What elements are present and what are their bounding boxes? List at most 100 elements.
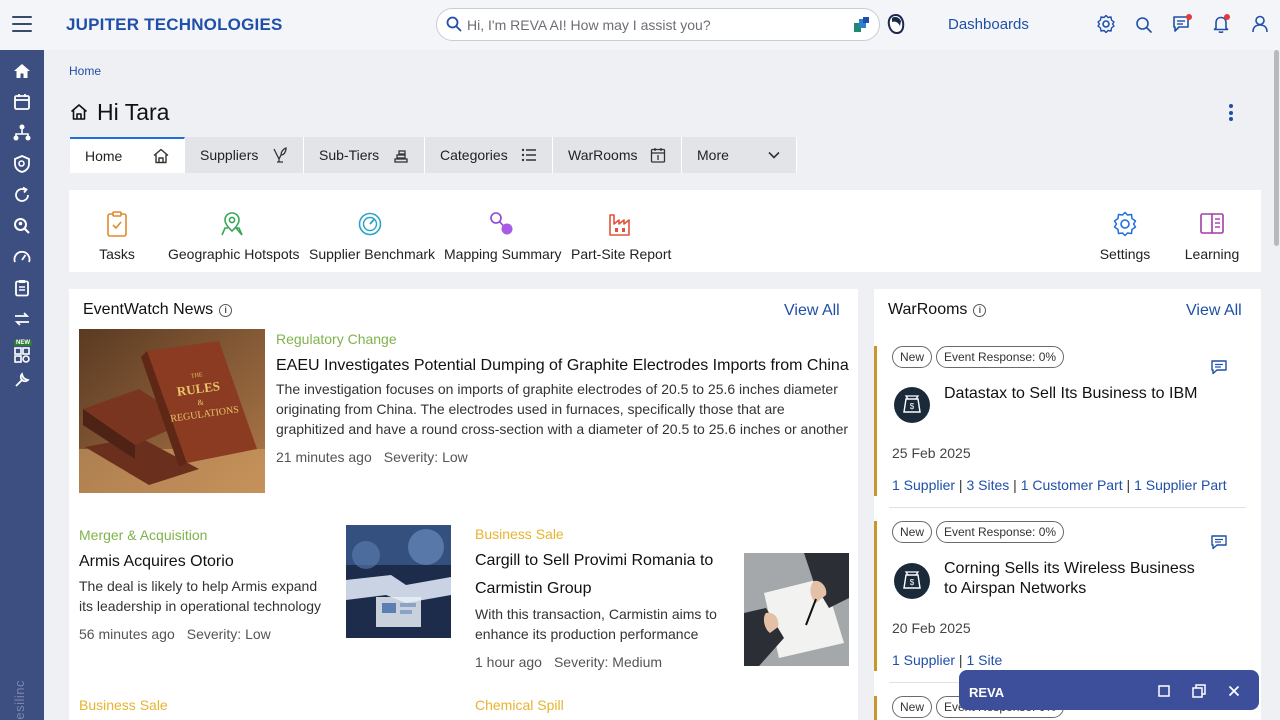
news-category: Chemical Spill [475,697,564,713]
network-icon[interactable] [12,123,32,143]
news-headline[interactable]: EAEU Investigates Potential Dumping of G… [276,352,851,380]
shield-search-icon[interactable] [12,154,32,174]
warroom-link[interactable]: 1 Supplier [892,652,955,668]
warroom-link[interactable]: 1 Supplier Part [1134,477,1227,493]
reva-avatar-icon[interactable] [886,13,906,35]
news-summary: The investigation focuses on imports of … [276,381,849,437]
quick-action-label: Mapping Summary [444,246,562,262]
new-badge: New [892,346,933,368]
home-icon[interactable] [12,61,32,81]
close-icon[interactable] [1228,685,1240,697]
hamburger-menu-icon[interactable] [12,16,32,32]
tab-warrooms[interactable]: WarRooms [553,137,682,173]
warroom-link[interactable]: 1 Customer Part [1021,477,1123,493]
event-response-badge: Event Response: 0% [936,521,1065,543]
news-category: Business Sale [79,697,168,713]
quick-action-part-site-report[interactable]: Part-Site Report [571,190,672,272]
warroom-avatar: $ [894,563,930,599]
tab-home[interactable]: Home [70,137,185,173]
signing-document-image[interactable] [744,553,849,666]
tiers-icon [394,150,408,163]
brand-name: JUPITER TECHNOLOGIES [66,15,283,34]
news-meta: 56 minutes ago Severity: Low [79,626,271,642]
gauge-icon[interactable] [12,247,32,267]
book-icon [1200,213,1224,234]
popout-window-icon[interactable] [1192,684,1206,698]
reva-search-box[interactable] [436,8,880,41]
dashboards-link[interactable]: Dashboards [948,16,1029,33]
news-headline[interactable]: Armis Acquires Otorio [79,548,329,576]
news-time: 1 hour ago [475,654,542,670]
quick-action-geographic-hotspots[interactable]: Geographic Hotspots [168,190,300,272]
warroom-link[interactable]: 1 Site [966,652,1002,668]
svg-text:$: $ [910,402,915,411]
warroom-card[interactable]: New Event Response: 0% $ Corning Sells i… [874,521,1246,671]
calendar-icon[interactable] [12,92,32,112]
quick-action-supplier-benchmark[interactable]: Supplier Benchmark [309,190,435,272]
tab-label: WarRooms [568,147,638,163]
top-bar: JUPITER TECHNOLOGIES Dashboards [0,0,1280,50]
tab-categories[interactable]: Categories [425,137,553,173]
warroom-title[interactable]: Corning Sells its Wireless Business to A… [944,559,1204,599]
comment-icon[interactable] [1210,358,1228,376]
user-profile-icon[interactable] [1250,14,1270,34]
panel-title: WarRooms i [888,301,987,319]
handshake-tech-image[interactable] [346,525,451,638]
chevron-down-icon [768,151,780,159]
map-pin-icon [221,212,243,236]
quick-action-tasks[interactable]: Tasks [95,190,139,272]
money-bag-icon: $ [903,571,921,589]
warrooms-view-all-link[interactable]: View All [1186,302,1242,320]
new-badge: New [892,696,933,718]
info-icon[interactable]: i [973,304,987,317]
quick-action-learning[interactable]: Learning [1181,190,1243,272]
info-icon[interactable]: i [219,304,233,317]
quick-action-label: Geographic Hotspots [168,246,300,262]
warroom-date: 25 Feb 2025 [892,445,971,461]
warroom-title[interactable]: Datastax to Sell Its Business to IBM [944,384,1204,404]
news-headline[interactable]: Cargill to Sell Provimi Romania to Carmi… [475,547,725,603]
reva-chat-bar[interactable]: REVA [959,670,1259,710]
tab-label: Categories [440,147,508,163]
tab-more[interactable]: More [682,137,797,173]
settings-gear-icon[interactable] [1096,14,1116,34]
comment-icon[interactable] [1210,533,1228,551]
rules-regulations-book-image[interactable]: THE RULES & REGULATIONS [79,329,265,493]
clipboard-icon[interactable] [12,278,32,298]
tab-sub-tiers[interactable]: Sub-Tiers [304,137,425,173]
warrooms-panel: WarRooms i View All New Event Response: 0… [874,289,1261,720]
quick-action-label: Tasks [99,246,135,262]
warroom-card[interactable]: New Event Response: 0% $ Datastax to Sel… [874,346,1246,496]
new-badge: New [892,521,933,543]
search-icon[interactable] [1135,16,1153,34]
svg-text:$: $ [910,578,915,587]
quick-action-settings[interactable]: Settings [1097,190,1153,272]
home-outline-icon [153,148,169,164]
warroom-link[interactable]: 3 Sites [966,477,1009,493]
quick-action-mapping-summary[interactable]: Mapping Summary [444,190,562,272]
minimize-window-icon[interactable] [1158,685,1170,697]
reva-search-input[interactable] [467,15,847,35]
reva-logo-icon[interactable] [853,16,871,34]
search-person-icon[interactable] [12,216,32,236]
mapping-nodes-icon [490,212,513,235]
more-options-icon[interactable] [1229,104,1233,124]
refresh-icon[interactable] [12,185,32,205]
tool-icon[interactable] [12,370,32,390]
event-response-badge: Event Response: 0% [936,346,1065,368]
news-view-all-link[interactable]: View All [784,302,840,320]
calendar-icon [650,148,666,163]
transfer-icon[interactable] [12,309,32,329]
tab-suppliers[interactable]: Suppliers [185,137,304,173]
warroom-link[interactable]: 1 Supplier [892,477,955,493]
grid-new-icon[interactable] [12,344,32,364]
tab-label: More [697,147,729,163]
page-scrollbar[interactable] [1274,50,1279,246]
breadcrumb[interactable]: Home [69,64,101,78]
panel-title-text: WarRooms [888,301,968,318]
home-outline-icon [70,104,88,120]
quick-actions-bar: Tasks Geographic Hotspots Supplier Bench… [69,190,1261,272]
quick-action-label: Part-Site Report [571,246,672,262]
news-summary: The deal is likely to help Armis expand … [79,578,322,614]
news-category: Merger & Acquisition [79,527,208,543]
